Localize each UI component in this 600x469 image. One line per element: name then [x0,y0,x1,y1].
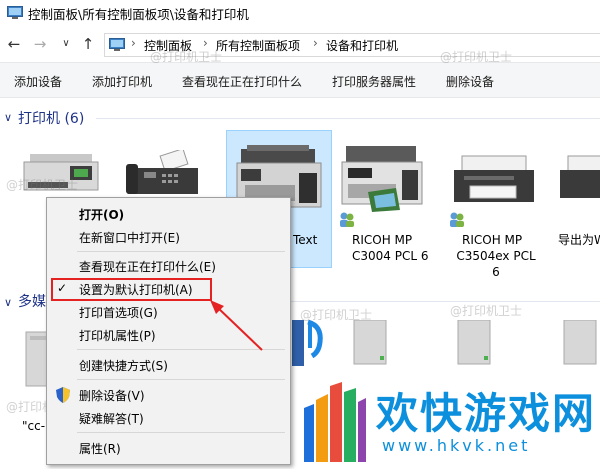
back-arrow-icon[interactable]: ← [4,33,24,55]
recent-dropdown-icon[interactable]: ∨ [56,33,76,55]
printer-icon [560,155,600,198]
print-server-properties-button[interactable]: 打印服务器属性 [332,73,416,90]
device-label-line2: C3004 PCL 6 [352,249,429,263]
breadcrumb-devices-printers[interactable]: 设备和打印机 [326,37,398,54]
group-divider [96,118,600,119]
site-logo: 欢快游戏网 www.hkvk.net [296,374,600,469]
media-device-2[interactable] [350,319,390,370]
shared-users-icon [340,212,354,227]
menu-separator [77,349,285,350]
control-panel-icon [7,6,23,19]
collapse-chevron-icon[interactable]: ∨ [4,296,12,309]
fax-icon [126,148,198,194]
menu-item-open[interactable]: 打开(O) [79,206,124,223]
media-device-3[interactable] [454,319,494,370]
device-label-line1: RICOH MP [352,233,413,247]
menu-separator [77,432,285,433]
logo-mark-icon [304,382,366,462]
address-control-panel-icon [109,38,125,51]
multimedia-group-title[interactable]: 多媒 [18,291,46,311]
menu-item-properties[interactable]: 属性(R) [79,440,121,457]
fax-device[interactable] [120,148,212,200]
add-device-button[interactable]: 添加设备 [14,73,62,90]
printer-icon [454,155,534,202]
server-icon [563,319,597,365]
device-label-line2: C3504ex PCL 6 [456,249,536,279]
menu-item-remove-device[interactable]: 删除设备(V) [79,387,145,404]
logo-url: www.hkvk.net [382,436,531,455]
menu-item-see-printing[interactable]: 查看现在正在打印什么(E) [79,258,216,275]
printers-group-title[interactable]: 打印机 (6) [18,108,84,128]
watermark: @打印机卫士 [6,178,79,192]
context-menu: 打开(O) 在新窗口中打开(E) 查看现在正在打印什么(E) ✓ 设置为默认打印… [46,197,291,465]
server-icon [457,319,491,365]
forward-arrow-icon[interactable]: → [30,33,50,55]
see-whats-printing-button[interactable]: 查看现在正在打印什么 [182,73,302,90]
printer-mfp-icon [341,146,423,212]
remove-device-button[interactable]: 删除设备 [446,73,494,90]
breadcrumb-all-items[interactable]: 所有控制面板项 [216,37,300,54]
music-note-icon [292,319,323,366]
add-printer-button[interactable]: 添加打印机 [92,73,152,90]
breadcrumb-separator: › [313,36,318,50]
printer-label-line1: Text [293,233,318,247]
ricoh-c3504ex-device[interactable]: RICOH MP C3504ex PCL 6 [448,150,540,279]
export-device[interactable]: 导出为W [556,150,600,247]
annotation-highlight-box [51,278,212,301]
media-player-device[interactable] [292,318,332,368]
ricoh-c3004-device[interactable]: RICOH MP C3004 PCL 6 [338,140,430,263]
logo-name: 欢快游戏网 [376,389,597,438]
watermark: @打印机卫士 [150,50,223,64]
menu-separator [77,251,285,252]
watermark: @打印机卫士 [440,50,513,64]
shield-icon [56,387,70,403]
menu-item-open-new-window[interactable]: 在新窗口中打开(E) [79,229,180,246]
menu-item-printer-properties[interactable]: 打印机属性(P) [79,327,156,344]
title-bar: 控制面板\所有控制面板项\设备和打印机 [0,0,600,26]
menu-item-printing-preferences[interactable]: 打印首选项(G) [79,304,158,321]
server-icon [353,319,387,365]
collapse-chevron-icon[interactable]: ∨ [4,111,12,124]
watermark: @打印机卫士 [300,308,373,322]
shared-users-icon [450,212,464,227]
command-toolbar: 添加设备 添加打印机 查看现在正在打印什么 打印服务器属性 删除设备 [0,62,600,98]
group-divider [290,301,600,302]
media-device-label: "cc- [22,419,46,433]
device-label-line1: RICOH MP [462,233,523,247]
menu-separator [77,379,285,380]
menu-item-create-shortcut[interactable]: 创建快捷方式(S) [79,357,168,374]
breadcrumb-separator: › [131,36,136,50]
device-label-line1: 导出为W [558,233,600,247]
watermark: @打印机卫士 [450,304,523,318]
up-arrow-icon[interactable]: ↑ [78,33,98,55]
menu-item-troubleshoot[interactable]: 疑难解答(T) [79,410,144,427]
window-title: 控制面板\所有控制面板项\设备和打印机 [28,7,249,22]
media-device-4[interactable] [560,319,600,370]
